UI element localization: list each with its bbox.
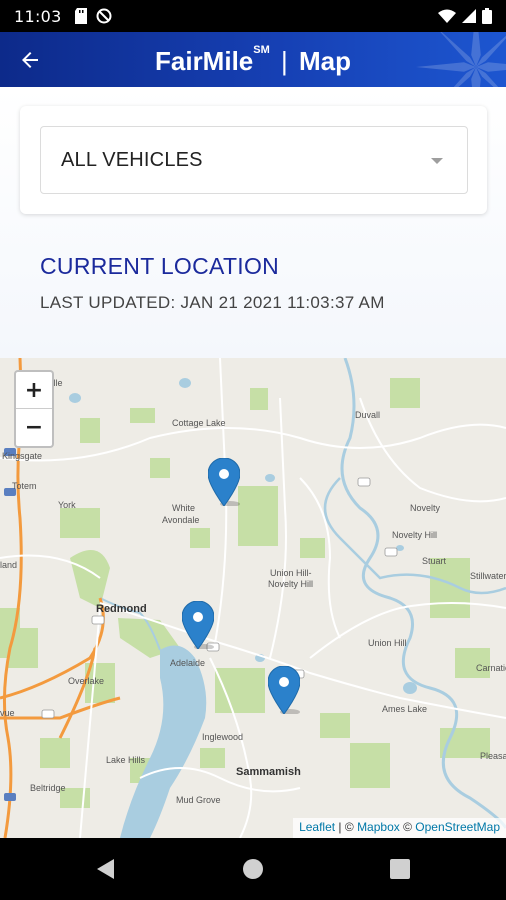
sd-card-icon <box>74 8 87 24</box>
attribution-sep-1: | © <box>335 820 358 834</box>
map-label-land: land <box>0 560 18 570</box>
map-label-pleasant: Pleasan <box>480 751 506 761</box>
map-label-inglewood: Inglewood <box>202 732 244 742</box>
map-label-union-hill-town: Union Hill <box>368 638 407 648</box>
vehicle-marker-1[interactable] <box>208 458 240 506</box>
recents-square-icon[interactable] <box>388 857 412 881</box>
status-right-icons <box>438 8 492 24</box>
zoom-out-button[interactable]: − <box>16 409 52 446</box>
vehicle-marker-2[interactable] <box>182 601 214 649</box>
page-title: FairMileSM | Map <box>0 44 506 77</box>
blocked-icon <box>96 8 112 24</box>
title-separator: | <box>280 46 288 76</box>
map-label-ames-lake: Ames Lake <box>382 704 428 714</box>
map-label-stillwater: Stillwater <box>470 571 506 581</box>
map-label-vue: vue <box>0 708 15 718</box>
map-label-beltridge: Beltridge <box>30 783 66 793</box>
map-label-duvall: Duvall <box>355 410 381 420</box>
map-label-novelty: Novelty <box>410 503 441 513</box>
title-service-mark: SM <box>253 44 270 56</box>
status-left-icons <box>74 8 112 24</box>
attribution-sep-2: © <box>399 820 416 834</box>
vehicle-select[interactable]: ALL VEHICLES <box>40 126 468 194</box>
zoom-in-button[interactable]: + <box>16 372 52 409</box>
wifi-icon <box>438 9 456 23</box>
map-label-lake-hills: Lake Hills <box>106 755 146 765</box>
map-label-novelty-hill-2: Novelty Hill <box>268 579 314 589</box>
map-label-cottage-lake: Cottage Lake <box>172 418 226 428</box>
last-updated-text: LAST UPDATED: JAN 21 2021 11:03:37 AM <box>40 293 385 312</box>
map-label-york: York <box>58 500 76 510</box>
current-location-heading: CURRENT LOCATION <box>40 253 280 279</box>
map-view[interactable]: ilnville Cottage Lake Duvall Kingsgate T… <box>0 358 506 838</box>
dropdown-arrow-icon <box>431 158 443 164</box>
vehicle-filter-card: ALL VEHICLES <box>20 106 487 214</box>
home-circle-icon[interactable] <box>241 857 265 881</box>
content-area: ALL VEHICLES CURRENT LOCATION LAST UPDAT… <box>0 87 506 358</box>
map-attribution: Leaflet | © Mapbox © OpenStreetMap <box>293 818 506 838</box>
app-bar: FairMileSM | Map <box>0 32 506 87</box>
map-label-avondale: Avondale <box>162 515 200 525</box>
map-label-overlake: Overlake <box>68 676 105 686</box>
title-brand: FairMile <box>155 46 254 76</box>
status-time: 11:03 <box>14 6 62 26</box>
map-label-totem: Totem <box>12 481 37 491</box>
map-label-novelty-hill: Novelty Hill <box>392 530 438 540</box>
map-label-redmond: Redmond <box>96 603 147 615</box>
back-triangle-icon[interactable] <box>94 857 118 881</box>
leaflet-link[interactable]: Leaflet <box>299 820 335 834</box>
openstreetmap-link[interactable]: OpenStreetMap <box>415 820 500 834</box>
vehicle-marker-3[interactable] <box>268 666 300 714</box>
map-label-mud-grove: Mud Grove <box>176 795 221 805</box>
map-label-white: White <box>172 503 196 513</box>
map-label-union-hill: Union Hill- <box>270 568 312 578</box>
status-bar: 11:03 <box>0 0 506 32</box>
map-label-kingsgate: Kingsgate <box>2 451 43 461</box>
map-label-carnation: Carnatio <box>476 663 506 673</box>
map-label-sammamish: Sammamish <box>236 766 301 778</box>
title-page: Map <box>298 46 351 76</box>
mapbox-link[interactable]: Mapbox <box>357 820 400 834</box>
vehicle-select-value: ALL VEHICLES <box>61 149 203 171</box>
zoom-control: + − <box>14 370 54 448</box>
map-label-stuart: Stuart <box>422 556 447 566</box>
system-nav-bar <box>0 838 506 900</box>
map-label-adelaide: Adelaide <box>170 658 206 668</box>
battery-icon <box>482 8 492 24</box>
signal-icon <box>462 9 476 23</box>
